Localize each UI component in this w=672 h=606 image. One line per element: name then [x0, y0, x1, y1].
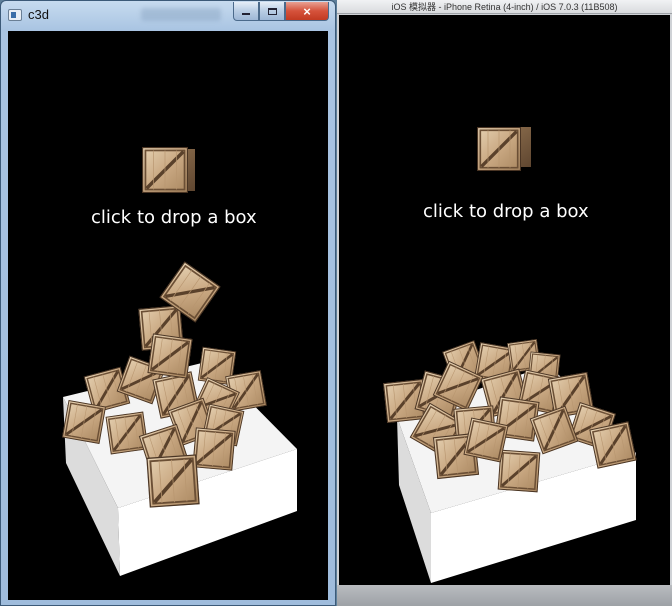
maximize-icon: [267, 7, 277, 15]
preview-box-ios[interactable]: [477, 127, 531, 171]
ios-bottom-bar: [337, 585, 672, 606]
close-icon: ×: [303, 3, 311, 19]
windows-app-window: c3d × click to drop a box: [0, 0, 336, 606]
desktop: c3d × click to drop a box iOS 模拟器 - iPho…: [0, 0, 672, 606]
windows-titlebar[interactable]: c3d ×: [1, 1, 335, 31]
ios-window-title: iOS 模拟器 - iPhone Retina (4-inch) / iOS 7…: [391, 2, 618, 12]
scene-windows: [61, 147, 297, 576]
app-icon: [8, 9, 22, 21]
game-canvas-windows[interactable]: click to drop a box: [8, 31, 328, 600]
window-title: c3d: [28, 7, 49, 22]
maximize-button[interactable]: [259, 2, 285, 21]
preview-box[interactable]: [142, 147, 195, 193]
minimize-button[interactable]: [233, 2, 259, 21]
scene-ios: [383, 127, 637, 583]
window-controls: ×: [233, 2, 329, 21]
close-button[interactable]: ×: [285, 2, 329, 21]
minimize-icon: [242, 12, 250, 15]
blurred-title-area: [141, 8, 221, 21]
game-canvas-ios[interactable]: click to drop a box: [339, 15, 670, 585]
ios-titlebar[interactable]: iOS 模拟器 - iPhone Retina (4-inch) / iOS 7…: [337, 0, 672, 14]
ios-simulator-window: iOS 模拟器 - iPhone Retina (4-inch) / iOS 7…: [337, 0, 672, 606]
